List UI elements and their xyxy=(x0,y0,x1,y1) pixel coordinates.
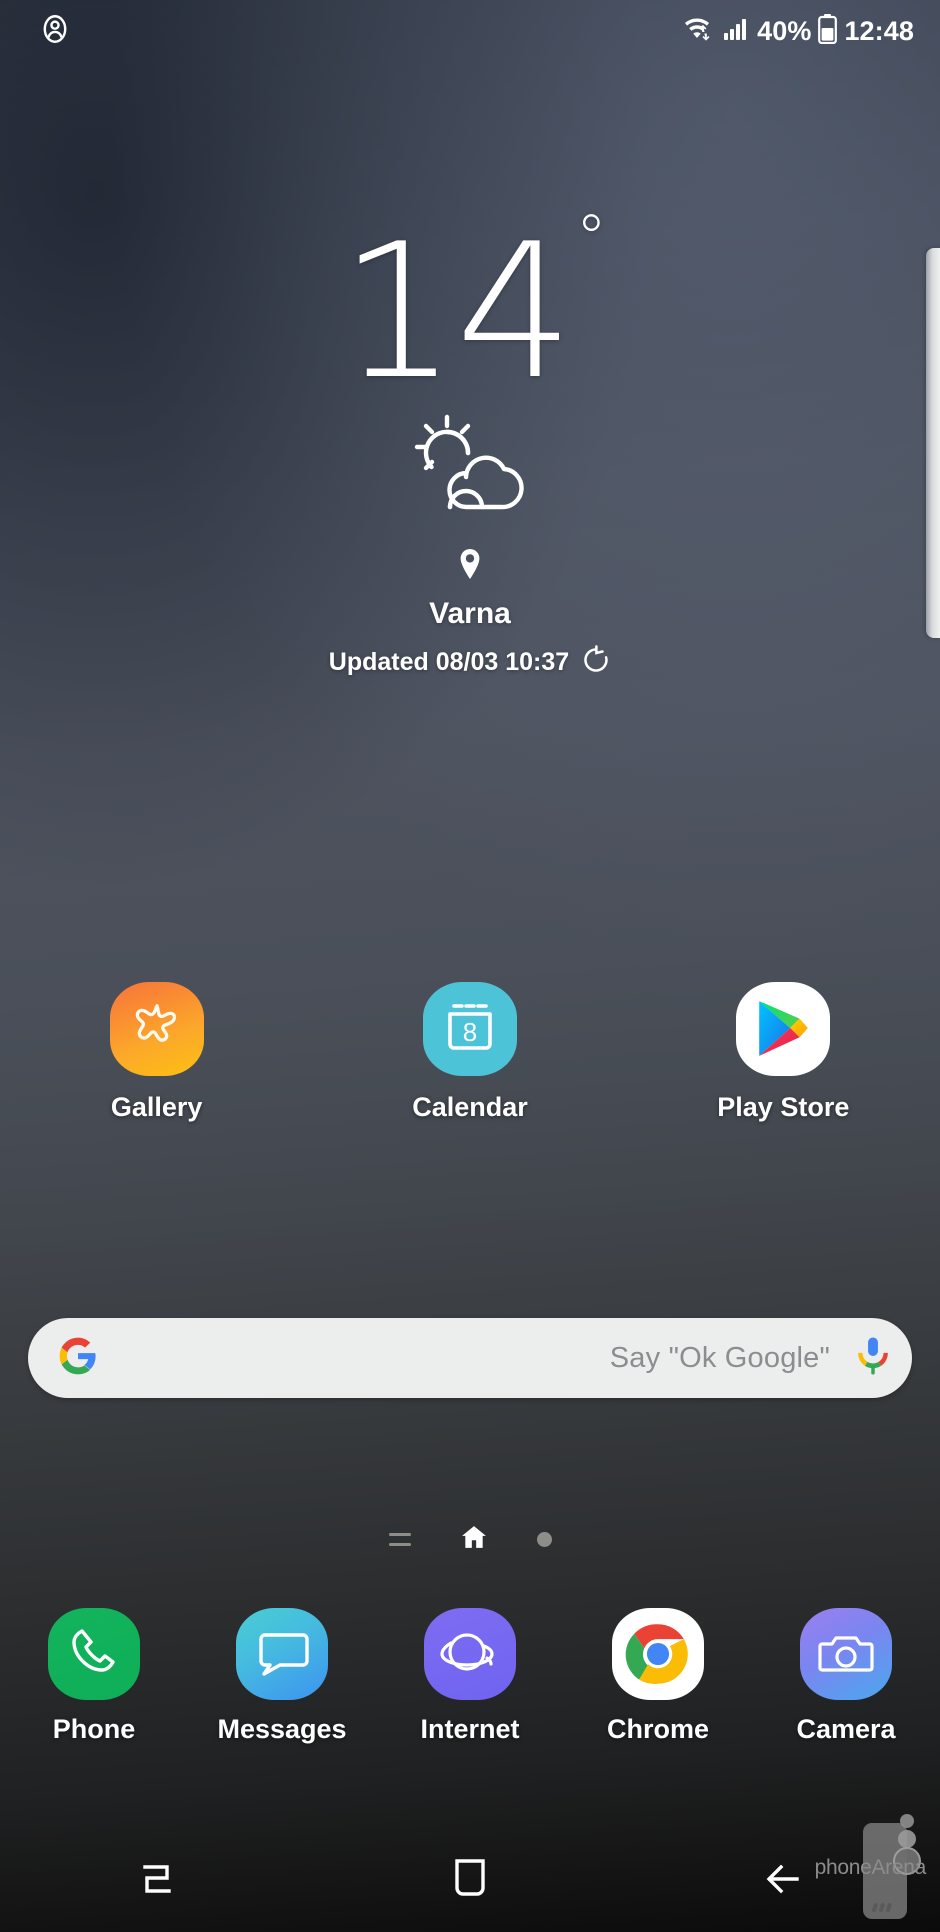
battery-icon xyxy=(818,13,838,49)
page-indicator xyxy=(0,1524,940,1555)
app-label: Play Store xyxy=(717,1092,850,1122)
search-input-placeholder[interactable]: Say "Ok Google" xyxy=(98,1342,856,1375)
app-label: Phone xyxy=(52,1714,136,1744)
status-bar-clock: 12:48 xyxy=(844,15,914,46)
app-label: Camera xyxy=(796,1714,896,1744)
home-app-row: Gallery 8 Calendar Play Store xyxy=(0,982,940,1123)
app-play-store[interactable]: Play Store xyxy=(627,982,940,1123)
refresh-icon[interactable] xyxy=(581,644,611,680)
weather-updated-row: Updated 08/03 10:37 xyxy=(328,644,611,680)
app-label: Calendar xyxy=(412,1092,528,1122)
battery-percent: 40% xyxy=(757,15,812,46)
watermark-text: phoneArena xyxy=(814,1856,927,1879)
app-messages[interactable]: Messages xyxy=(188,1608,376,1745)
app-calendar[interactable]: 8 Calendar xyxy=(313,982,626,1123)
app-camera[interactable]: Camera xyxy=(752,1608,940,1745)
status-bar: 40% 12:48 xyxy=(0,0,940,62)
temperature-value: 14 xyxy=(339,203,574,420)
navigation-bar xyxy=(0,1830,940,1932)
account-circle-icon xyxy=(38,12,72,51)
page-dot-icon[interactable] xyxy=(536,1532,552,1547)
gallery-icon[interactable] xyxy=(109,982,204,1076)
bixby-page-icon[interactable] xyxy=(388,1533,411,1546)
app-label: Messages xyxy=(217,1714,347,1744)
weather-updated-text: Updated 08/03 10:37 xyxy=(328,647,570,676)
camera-icon[interactable] xyxy=(800,1608,892,1700)
home-button[interactable] xyxy=(313,1830,626,1932)
cellular-signal-icon xyxy=(722,15,750,48)
app-chrome[interactable]: Chrome xyxy=(564,1608,752,1745)
messages-icon[interactable] xyxy=(236,1608,328,1700)
location-pin-icon xyxy=(458,548,482,585)
home-page-icon[interactable] xyxy=(461,1524,487,1555)
phone-icon[interactable] xyxy=(48,1608,140,1700)
play-store-icon[interactable] xyxy=(736,982,831,1076)
home-screen: 40% 12:48 14° Varna Updated 08/03 10:37 … xyxy=(0,0,940,1932)
weather-city: Varna xyxy=(429,596,511,630)
app-gallery[interactable]: Gallery xyxy=(0,982,313,1123)
internet-icon[interactable] xyxy=(424,1608,516,1700)
back-icon xyxy=(761,1858,805,1905)
app-label: Internet xyxy=(420,1714,520,1744)
app-phone[interactable]: Phone xyxy=(0,1608,188,1745)
app-internet[interactable]: Internet xyxy=(376,1608,564,1745)
weather-temperature: 14° xyxy=(339,207,607,405)
partly-cloudy-icon xyxy=(404,407,536,524)
svg-text:8: 8 xyxy=(463,1017,477,1047)
home-icon xyxy=(450,1856,490,1907)
google-g-icon xyxy=(58,1336,98,1381)
chrome-icon[interactable] xyxy=(612,1608,704,1700)
google-search-bar[interactable]: Say "Ok Google" xyxy=(28,1318,912,1398)
microphone-icon[interactable] xyxy=(856,1335,890,1382)
calendar-icon[interactable]: 8 xyxy=(422,982,517,1076)
status-bar-left xyxy=(38,12,72,51)
recents-icon xyxy=(136,1857,178,1906)
degree-symbol: ° xyxy=(575,201,607,274)
app-label: Gallery xyxy=(110,1092,203,1122)
recents-button[interactable] xyxy=(0,1830,313,1932)
status-bar-right: 40% 12:48 xyxy=(683,13,914,49)
weather-widget[interactable]: 14° Varna Updated 08/03 10:37 xyxy=(0,207,940,680)
wifi-icon xyxy=(683,14,715,49)
dock-app-row: Phone Messages Internet Chrome Camera xyxy=(0,1608,940,1745)
app-label: Chrome xyxy=(606,1714,709,1744)
